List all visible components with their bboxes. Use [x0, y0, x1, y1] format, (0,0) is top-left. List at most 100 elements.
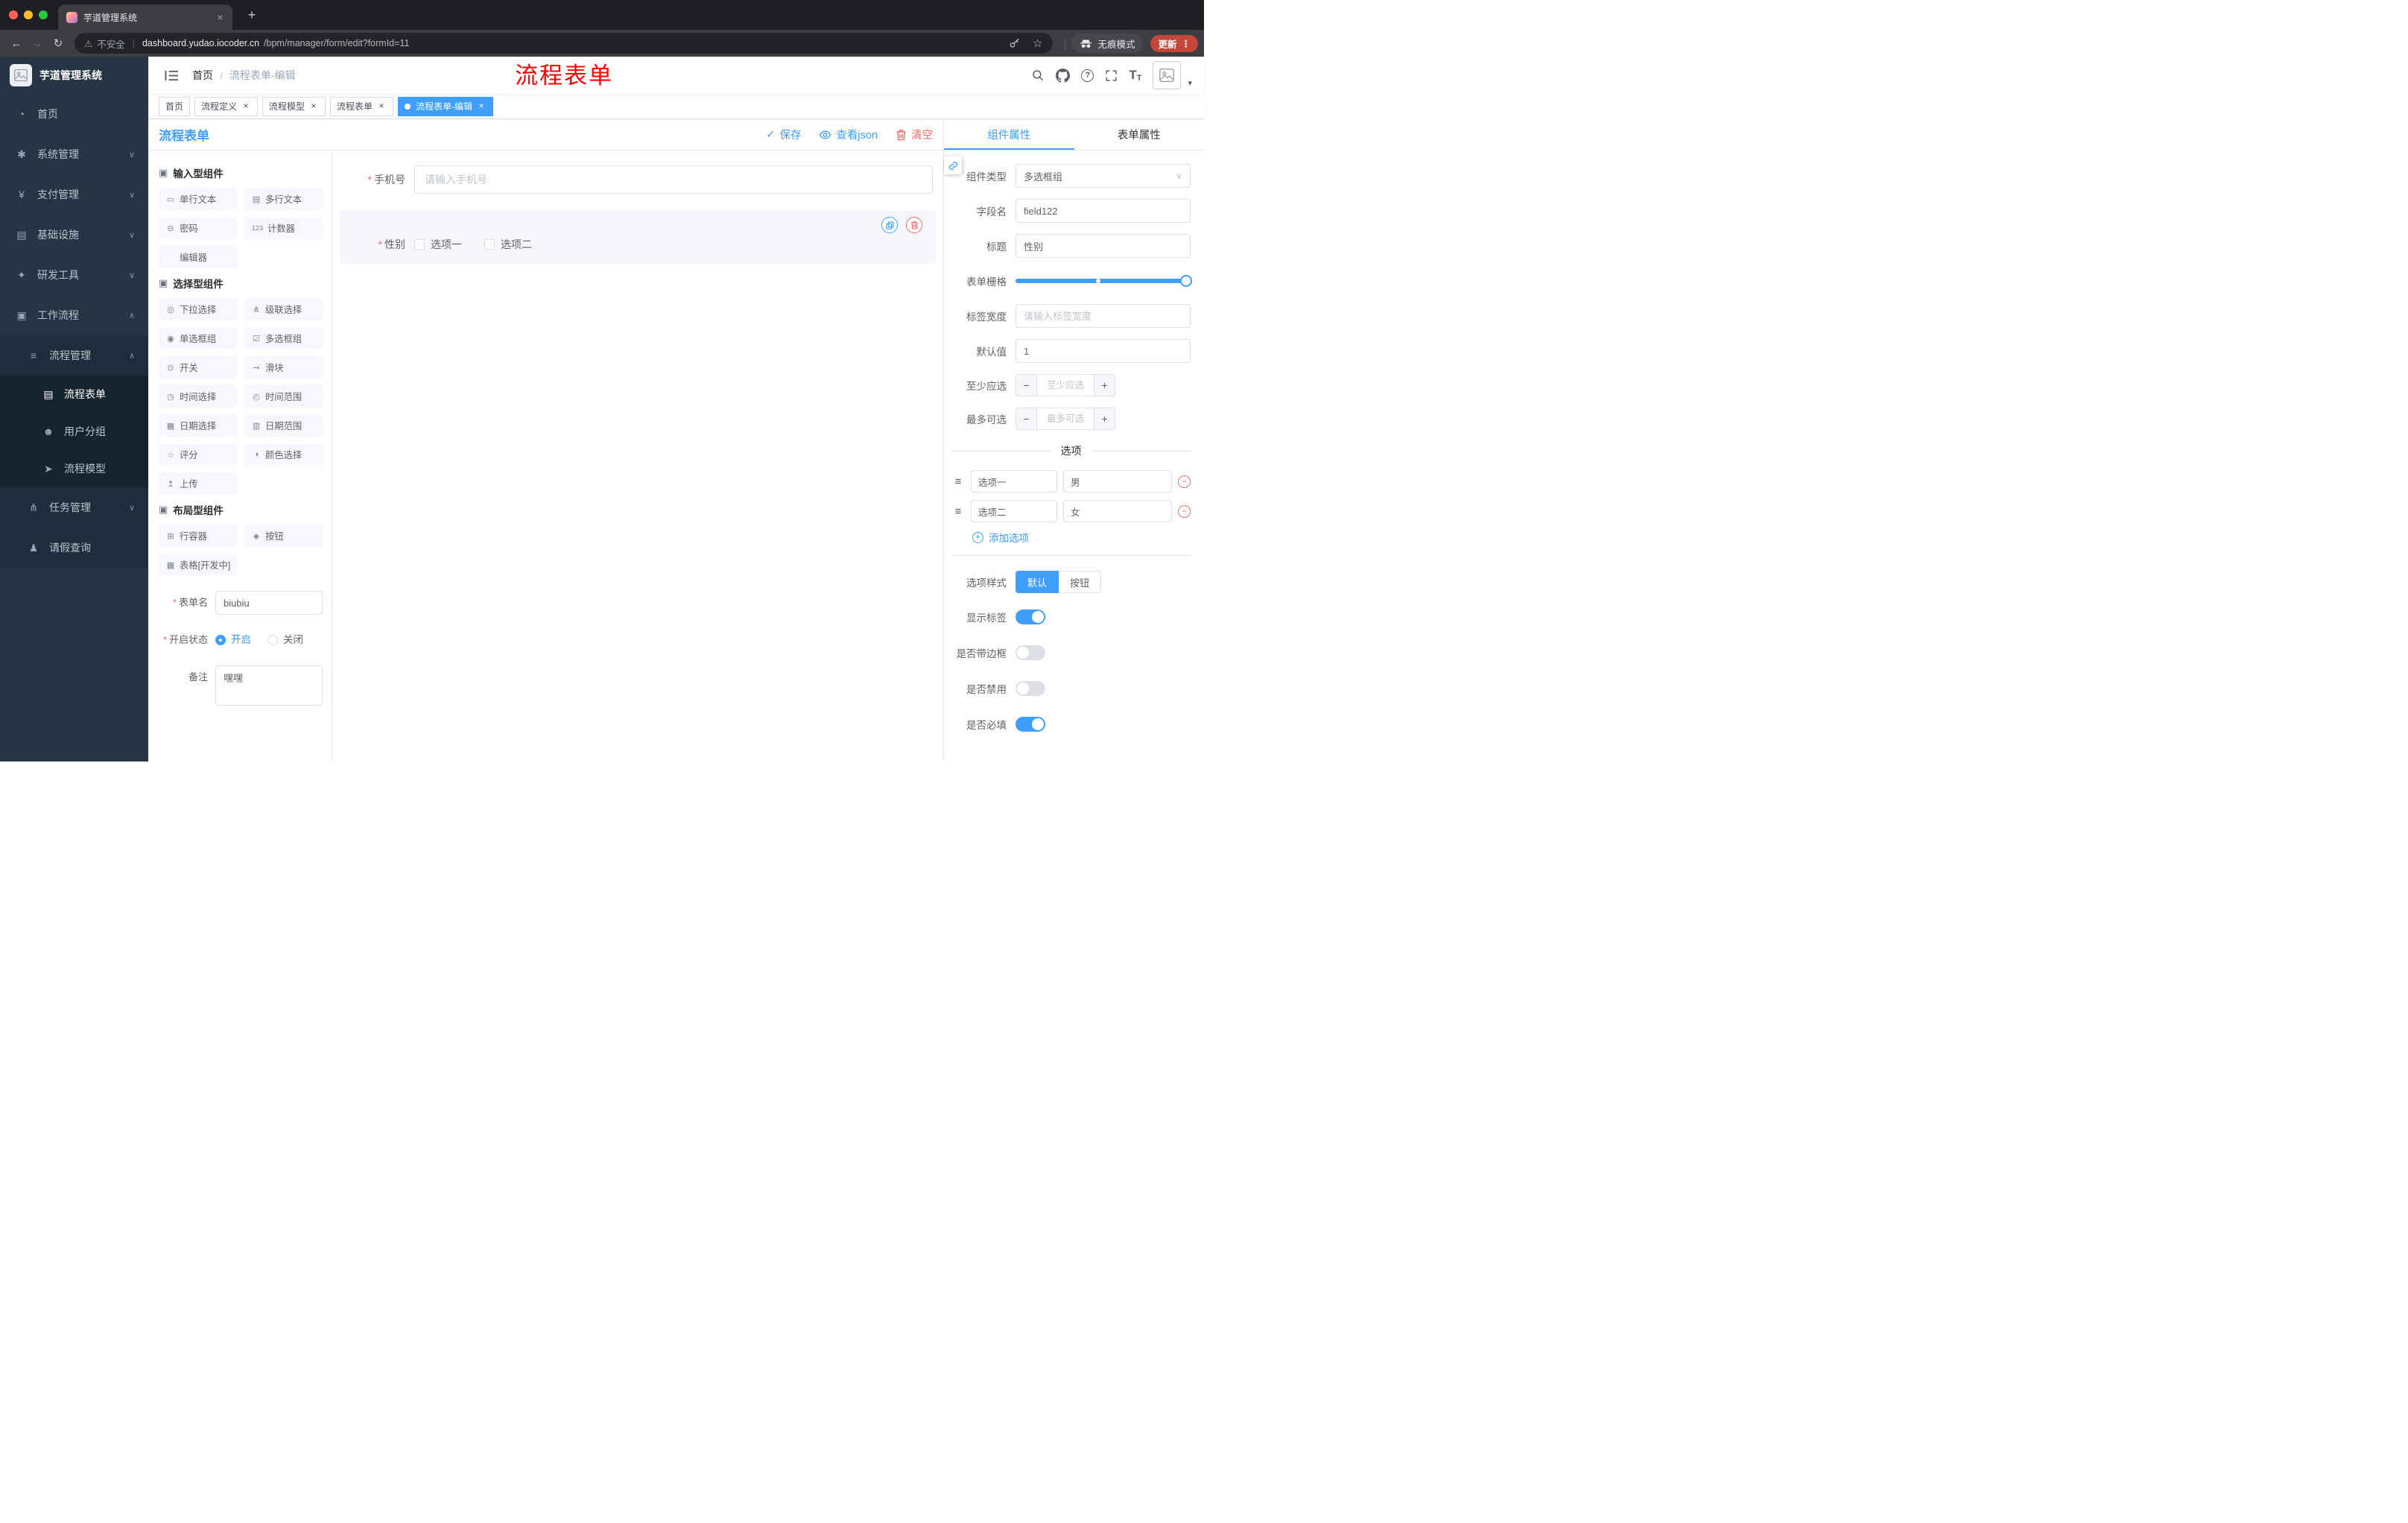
style-default-button[interactable]: 默认 [1016, 571, 1059, 593]
increase-button[interactable]: + [1094, 375, 1115, 396]
palette-chip-time-range[interactable]: ◴ 时间范围 [244, 385, 323, 408]
address-bar[interactable]: ⚠ 不安全 | dashboard.yudao.iocoder.cn/bpm/m… [75, 33, 1054, 54]
default-value-input[interactable] [1016, 339, 1191, 363]
browser-menu-icon[interactable]: ⋮ [1182, 38, 1191, 49]
tag-process-form-edit[interactable]: 流程表单-编辑 × [398, 96, 494, 116]
bookmark-star-icon[interactable]: ☆ [1028, 37, 1047, 50]
palette-chip-table[interactable]: ▦ 表格[开发中] [159, 554, 237, 576]
close-window-button[interactable] [9, 10, 18, 19]
selected-component-gender[interactable]: 性别 选项一 选项二 [340, 210, 936, 264]
hamburger-icon[interactable] [157, 65, 186, 86]
avatar-caret-icon[interactable]: ▾ [1188, 78, 1192, 89]
fullscreen-icon[interactable] [1105, 69, 1118, 82]
decrease-button[interactable]: − [1016, 375, 1037, 396]
save-button[interactable]: ✓ 保存 [766, 127, 801, 142]
drag-handle-icon[interactable]: ≡ [951, 505, 965, 518]
label-width-input[interactable] [1016, 304, 1191, 328]
font-size-icon[interactable]: TT [1129, 68, 1141, 83]
link-icon[interactable] [944, 156, 962, 174]
palette-chip-date-range[interactable]: ▥ 日期范围 [244, 414, 323, 437]
back-button[interactable]: ← [6, 33, 27, 54]
remove-option-button[interactable]: − [1178, 504, 1191, 518]
option-name-input[interactable] [971, 470, 1057, 493]
remove-option-button[interactable]: − [1178, 475, 1191, 488]
status-radio-on[interactable]: 开启 [215, 628, 251, 652]
copy-component-button[interactable] [881, 217, 898, 233]
avatar[interactable] [1153, 61, 1182, 89]
delete-component-button[interactable] [906, 217, 922, 233]
checkbox[interactable] [484, 239, 495, 250]
close-icon[interactable]: × [476, 101, 487, 112]
gender-option-1[interactable]: 选项一 [414, 237, 462, 252]
tag-process-definition[interactable]: 流程定义 × [194, 96, 259, 116]
sidebar-item-workflow[interactable]: ▣ 工作流程 ∧ [0, 295, 148, 335]
view-json-button[interactable]: 查看json [819, 127, 878, 142]
disabled-toggle[interactable] [1016, 681, 1045, 696]
border-toggle[interactable] [1016, 645, 1045, 660]
palette-chip-time-picker[interactable]: ◷ 时间选择 [159, 385, 237, 408]
form-canvas[interactable]: 手机号 [332, 151, 943, 762]
sidebar-item-devtools[interactable]: ✦ 研发工具 ∨ [0, 255, 148, 295]
show-label-toggle[interactable] [1016, 609, 1045, 624]
gender-option-2[interactable]: 选项二 [484, 237, 532, 252]
close-icon[interactable]: × [241, 101, 251, 112]
palette-chip-dropdown-select[interactable]: ◎ 下拉选择 [159, 298, 237, 320]
palette-chip-single-line-text[interactable]: ▭ 单行文本 [159, 188, 237, 210]
password-key-icon[interactable] [1005, 38, 1024, 49]
sidebar-item-process-management[interactable]: ≡ 流程管理 ∧ [0, 335, 148, 376]
palette-chip-rate[interactable]: ☆ 评分 [159, 443, 237, 466]
form-grid-slider[interactable] [1016, 269, 1192, 293]
github-icon[interactable] [1056, 68, 1071, 83]
max-select-input[interactable] [1037, 408, 1094, 429]
add-option-button[interactable]: + 添加选项 [972, 530, 1191, 545]
tag-process-form[interactable]: 流程表单 × [330, 96, 394, 116]
palette-chip-upload[interactable]: ↥ 上传 [159, 472, 237, 495]
palette-chip-checkbox-group[interactable]: ☑ 多选框组 [244, 327, 323, 349]
palette-chip-cascade-select[interactable]: ⋔ 级联选择 [244, 298, 323, 320]
palette-chip-button[interactable]: ◈ 按钮 [244, 525, 323, 547]
checkbox[interactable] [414, 239, 425, 250]
option-value-input[interactable] [1063, 500, 1172, 522]
palette-chip-counter[interactable]: 123 计数器 [244, 217, 323, 239]
title-input[interactable] [1016, 234, 1191, 258]
reload-button[interactable]: ↻ [48, 33, 69, 54]
sidebar-item-process-form[interactable]: ▤ 流程表单 [0, 376, 148, 413]
tag-home[interactable]: 首页 [159, 96, 191, 116]
palette-chip-radio-group[interactable]: ◉ 单选框组 [159, 327, 237, 349]
remark-textarea[interactable]: 嘿嘿 [215, 665, 323, 706]
palette-chip-password[interactable]: ⊝ 密码 [159, 217, 237, 239]
tab-component-props[interactable]: 组件属性 [944, 119, 1074, 150]
drag-handle-icon[interactable]: ≡ [951, 475, 965, 488]
status-radio-off[interactable]: 关闭 [267, 628, 303, 652]
option-value-input[interactable] [1063, 470, 1172, 493]
browser-update-button[interactable]: 更新 ⋮ [1150, 34, 1198, 52]
new-tab-button[interactable]: + [241, 7, 262, 23]
palette-chip-editor[interactable]: 编辑器 [159, 246, 237, 268]
tag-process-model[interactable]: 流程模型 × [262, 96, 326, 116]
sidebar-item-leave-query[interactable]: ♟ 请假查询 [0, 528, 148, 568]
increase-button[interactable]: + [1094, 408, 1115, 429]
component-type-select[interactable]: 多选框组 ∨ [1016, 164, 1191, 188]
palette-chip-color-picker[interactable]: ◑ 颜色选择 [244, 443, 323, 466]
security-label[interactable]: 不安全 [97, 37, 125, 51]
incognito-badge[interactable]: 无痕模式 [1071, 34, 1144, 53]
browser-tab[interactable]: 芋道管理系统 × [58, 4, 232, 30]
palette-chip-row-container[interactable]: ⊞ 行容器 [159, 525, 237, 547]
sidebar-item-process-model[interactable]: ➤ 流程模型 [0, 450, 148, 487]
help-icon[interactable]: ? [1081, 69, 1094, 82]
min-select-input[interactable] [1037, 375, 1094, 396]
palette-chip-switch[interactable]: ⊙ 开关 [159, 356, 237, 379]
sidebar-item-system[interactable]: ✱ 系统管理 ∨ [0, 134, 148, 174]
phone-input[interactable] [414, 165, 933, 194]
tab-form-props[interactable]: 表单属性 [1074, 119, 1205, 150]
sidebar-item-task-management[interactable]: ⋔ 任务管理 ∨ [0, 487, 148, 528]
tab-close-icon[interactable]: × [214, 11, 226, 24]
close-icon[interactable]: × [308, 101, 319, 112]
clear-button[interactable]: 清空 [896, 127, 933, 142]
sidebar-item-payment[interactable]: ¥ 支付管理 ∨ [0, 174, 148, 215]
option-name-input[interactable] [971, 500, 1057, 522]
sidebar-item-home[interactable]: ◔ 首页 [0, 94, 148, 134]
palette-chip-multi-line-text[interactable]: ▤ 多行文本 [244, 188, 323, 210]
form-name-input[interactable] [215, 591, 323, 615]
zoom-window-button[interactable] [39, 10, 48, 19]
